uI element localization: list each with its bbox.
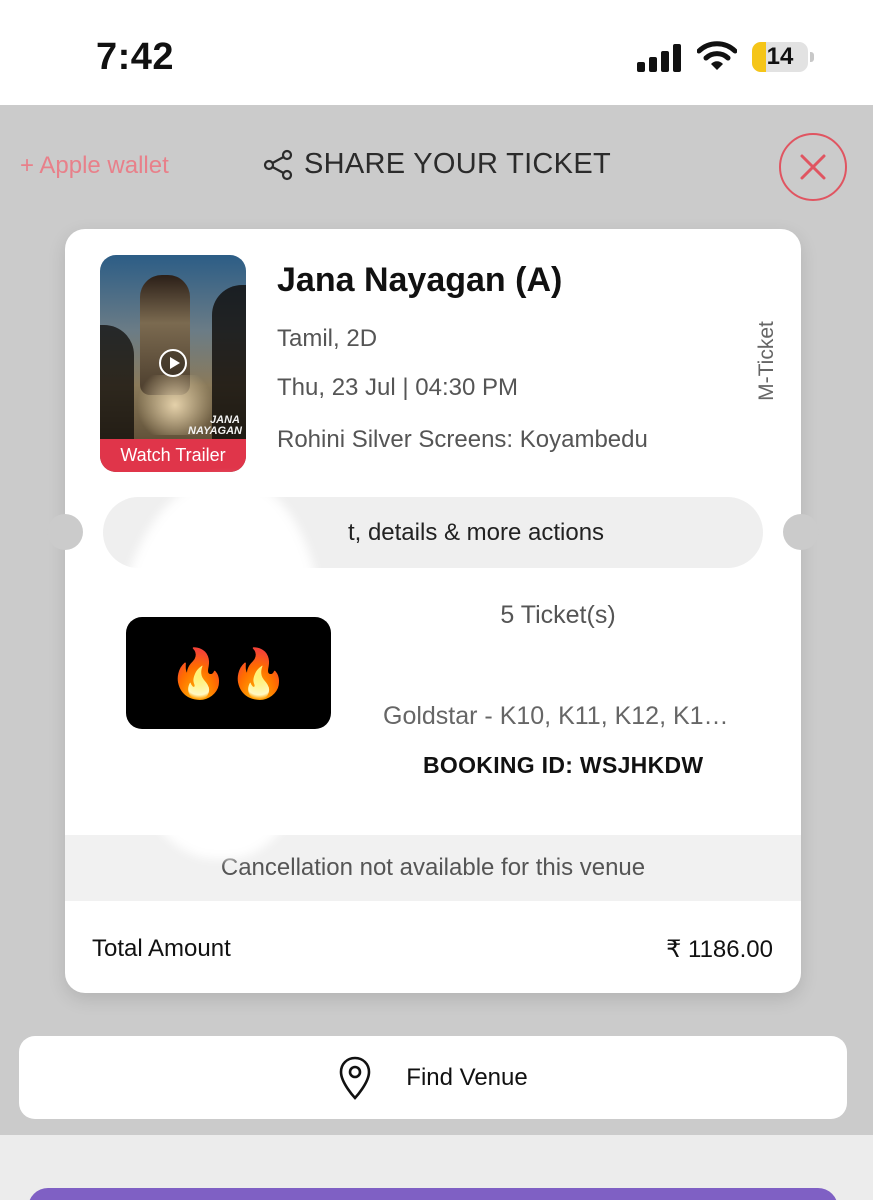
ticket-card: JANA NAYAGAN Watch Trailer Jana Nayagan … xyxy=(65,229,801,993)
ticket-notch-right xyxy=(783,514,819,550)
details-actions-label: t, details & more actions xyxy=(347,518,605,546)
bottom-action-button[interactable] xyxy=(28,1188,838,1200)
show-datetime: Thu, 23 Jul | 04:30 PM xyxy=(277,374,519,401)
status-time: 7:42 xyxy=(96,36,175,78)
watch-trailer-button[interactable]: Watch Trailer xyxy=(100,439,246,472)
total-amount-label: Total Amount xyxy=(92,935,231,962)
status-bar: 7:42 14 xyxy=(0,0,873,105)
poster-title: JANA NAYAGAN xyxy=(188,414,242,437)
ticket-thumbnail: 🔥🔥 xyxy=(126,617,331,729)
share-label: SHARE YOUR TICKET xyxy=(304,148,611,180)
booking-id: BOOKING ID: WSJHKDW xyxy=(423,752,704,778)
venue-name: Rohini Silver Screens: Koyambedu xyxy=(277,426,648,453)
battery-icon: 14 xyxy=(752,42,808,72)
ticket-count: 5 Ticket(s) xyxy=(500,601,616,629)
total-amount-value: ₹ 1186.00 xyxy=(666,936,773,963)
fire-emoji: 🔥🔥 xyxy=(168,647,289,701)
movie-poster[interactable]: JANA NAYAGAN Watch Trailer xyxy=(100,255,246,472)
location-pin-icon xyxy=(339,1056,371,1100)
battery-level: 14 xyxy=(766,43,794,70)
movie-title: Jana Nayagan (A) xyxy=(277,261,563,299)
language-format: Tamil, 2D xyxy=(277,325,378,352)
find-venue-button[interactable]: Find Venue xyxy=(19,1036,847,1119)
ticket-notch-left xyxy=(47,514,83,550)
close-icon xyxy=(800,154,826,180)
m-ticket-label: M-Ticket xyxy=(755,321,778,401)
wifi-icon xyxy=(697,41,737,70)
cellular-signal-icon xyxy=(637,44,683,72)
find-venue-label: Find Venue xyxy=(406,1063,528,1091)
share-ticket-button[interactable]: SHARE YOUR TICKET xyxy=(262,148,611,181)
seat-numbers: Goldstar - K10, K11, K12, K1… xyxy=(383,702,729,730)
apple-wallet-link[interactable]: + Apple wallet xyxy=(20,152,169,180)
close-button[interactable] xyxy=(779,133,847,201)
share-icon xyxy=(263,149,293,180)
play-icon[interactable] xyxy=(159,349,187,377)
